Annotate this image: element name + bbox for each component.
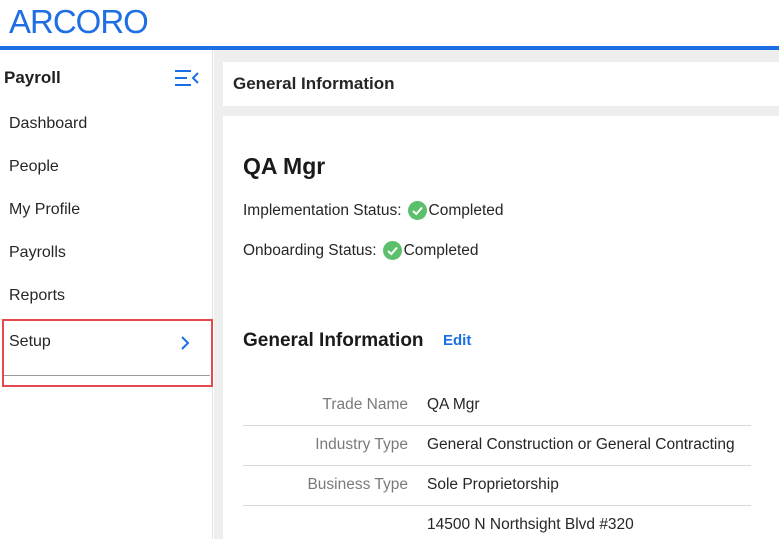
onboarding-status-value: Completed <box>403 241 479 259</box>
info-row-business-type: Business Type Sole Proprietorship <box>243 466 751 506</box>
sidebar-title: Payroll <box>4 68 61 87</box>
sidebar-item-label: Payrolls <box>9 244 66 261</box>
sidebar-header: Payroll <box>0 50 213 102</box>
content-card: QA Mgr Implementation Status: Completed … <box>223 116 779 539</box>
page-title: General Information <box>233 74 395 93</box>
page-header: General Information <box>223 62 779 106</box>
arcoro-logo[interactable]: ARCORO <box>9 4 149 40</box>
sidebar-item-people[interactable]: People <box>0 147 213 190</box>
info-label: Business Type <box>307 476 408 493</box>
general-info-title: General Information <box>243 330 424 351</box>
onboarding-status: Onboarding Status: Completed <box>243 241 479 260</box>
info-value: General Construction or General Contract… <box>427 436 735 453</box>
info-value: Sole Proprietorship <box>427 476 559 493</box>
info-label: Trade Name <box>322 396 408 413</box>
sidebar-item-label: People <box>9 158 59 175</box>
sidebar-item-dashboard[interactable]: Dashboard <box>0 104 213 147</box>
onboarding-status-label: Onboarding Status: <box>243 241 377 259</box>
sidebar-item-reports[interactable]: Reports <box>0 276 213 319</box>
implementation-status-value: Completed <box>428 201 504 219</box>
info-value: QA Mgr <box>427 396 480 413</box>
check-circle-icon <box>382 241 402 260</box>
menu-collapse-icon[interactable] <box>173 68 201 88</box>
edit-link[interactable]: Edit <box>443 332 471 349</box>
sidebar-item-my-profile[interactable]: My Profile <box>0 190 213 233</box>
implementation-status: Implementation Status: Completed <box>243 201 504 220</box>
sidebar-item-label: My Profile <box>9 201 81 218</box>
info-row-address: 14500 N Northsight Blvd #320 <box>243 506 751 539</box>
sidebar-item-label: Reports <box>9 287 66 304</box>
info-row-industry-type: Industry Type General Construction or Ge… <box>243 426 751 466</box>
top-bar: ARCORO <box>0 0 779 46</box>
sidebar-item-label: Dashboard <box>9 115 88 132</box>
sidebar: Payroll Dashboard People My Profile Payr… <box>0 50 213 539</box>
info-value: 14500 N Northsight Blvd #320 <box>427 516 634 533</box>
check-circle-icon <box>407 201 427 220</box>
highlight-box <box>2 319 213 387</box>
company-name: QA Mgr <box>243 153 326 179</box>
main-area: General Information QA Mgr Implementatio… <box>214 50 779 539</box>
info-label: Industry Type <box>315 436 408 453</box>
implementation-status-label: Implementation Status: <box>243 201 402 219</box>
info-row-trade-name: Trade Name QA Mgr <box>243 386 751 426</box>
sidebar-item-payrolls[interactable]: Payrolls <box>0 233 213 276</box>
